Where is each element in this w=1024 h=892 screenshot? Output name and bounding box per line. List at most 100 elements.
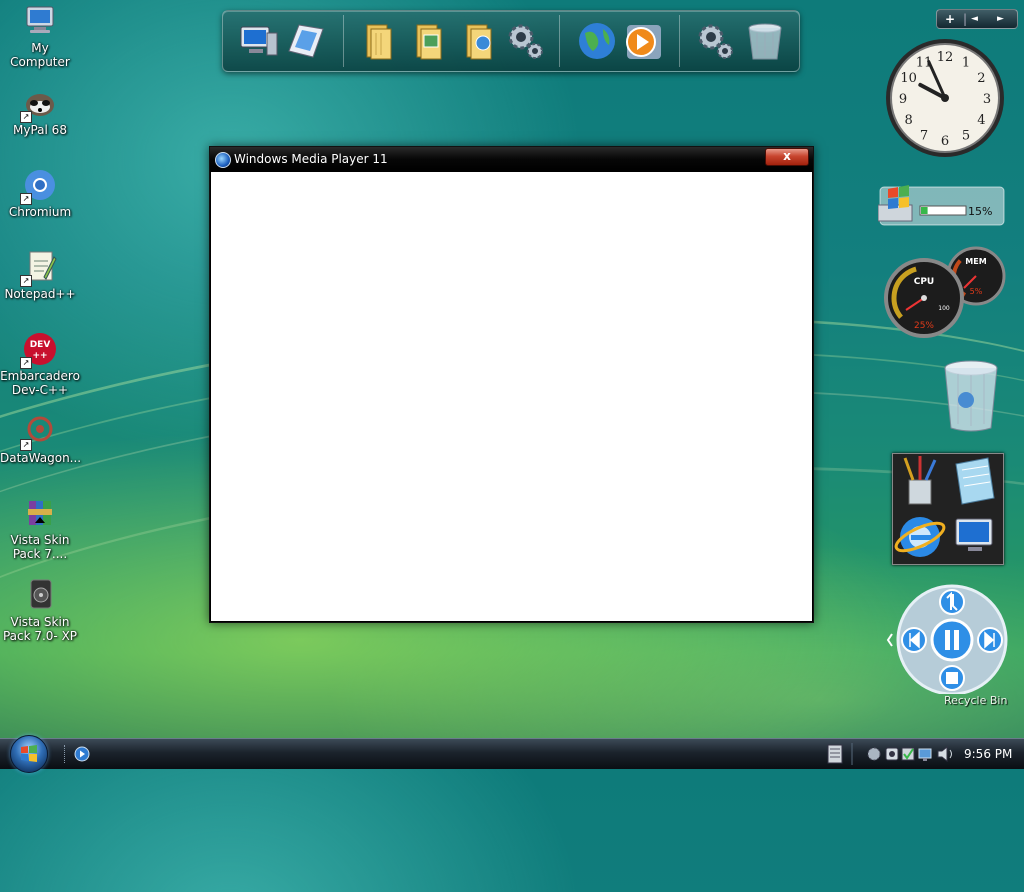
cpu-meter-gadget[interactable]: 15% <box>877 185 1006 227</box>
volume-icon[interactable] <box>937 745 952 763</box>
cpu-usage-fill <box>921 207 928 214</box>
close-button[interactable]: x <box>765 148 809 166</box>
desktop-icon-vista-skin-pack[interactable]: Vista Skin Pack 7.0- XP <box>0 577 80 643</box>
dock-separator <box>679 15 680 67</box>
next-gadget-button[interactable]: ► <box>997 11 1004 27</box>
clock-numeral: 5 <box>962 128 970 143</box>
chromium-icon: ↗ <box>20 167 58 205</box>
desktop-icon-label: MyPal 68 <box>13 123 67 137</box>
clock-numeral: 7 <box>920 128 928 143</box>
quick-launch-media-player[interactable] <box>74 746 90 762</box>
desktop-icon-datawagon[interactable]: ↗ DataWagon... <box>0 413 82 465</box>
quick-launch-divider <box>64 745 67 763</box>
recycle-symbol-icon <box>958 392 974 408</box>
media-player-window[interactable]: Windows Media Player 11 x <box>209 146 814 623</box>
windows-logo-icon <box>21 745 37 762</box>
desktop-icon-notepad-plus-plus[interactable]: ↗ Notepad++ <box>0 249 80 301</box>
media-player-icon <box>626 25 661 59</box>
dock-separator <box>559 15 560 67</box>
desktop-icon-label: Chromium <box>8 205 72 219</box>
skin-pack-icon <box>22 577 58 613</box>
mem-label: MEM <box>965 257 986 266</box>
system-gears-icon <box>698 24 733 59</box>
system-tray: 9:56 PM <box>826 739 1024 769</box>
settings-icon[interactable] <box>867 747 881 761</box>
keyboard-icon[interactable] <box>827 744 843 764</box>
cpu-max-label: 100 <box>938 305 950 312</box>
launcher-notes[interactable] <box>948 454 1002 508</box>
clock-numeral: 4 <box>977 113 985 128</box>
dock-settings[interactable] <box>503 19 547 63</box>
network-icon[interactable] <box>918 748 932 761</box>
launcher-my-computer[interactable] <box>948 509 1002 563</box>
dock-pictures[interactable] <box>407 19 451 63</box>
winrar-archive-icon <box>22 495 58 531</box>
window-content[interactable] <box>211 172 812 621</box>
recycle-bin-gadget[interactable] <box>940 358 1002 434</box>
launcher-paint[interactable] <box>893 454 947 508</box>
dock-bar <box>222 10 800 72</box>
settings-gears-icon <box>508 24 543 59</box>
add-gadget-button[interactable]: + <box>945 11 955 27</box>
media-control-gadget: Recycle Bin <box>884 582 1010 707</box>
dev-cpp-icon: DEV ++ ↗ <box>20 331 58 369</box>
dock-internet[interactable] <box>575 19 619 63</box>
dock-control-panel[interactable] <box>283 19 327 63</box>
clock-numeral: 8 <box>904 113 912 128</box>
cpu-value: 25% <box>914 321 934 331</box>
shortcut-arrow-icon: ↗ <box>20 275 32 287</box>
desktop-icon-label: Vista Skin Pack 7.0- XP <box>2 615 78 643</box>
notepad-plus-plus-icon: ↗ <box>20 249 58 287</box>
clock-numeral: 9 <box>899 92 907 107</box>
notepad-icon <box>955 457 995 505</box>
collapse-arrow-icon <box>886 633 893 647</box>
desktop-icon-my-computer[interactable]: My Computer <box>0 3 80 69</box>
raccoon-browser-icon: ↗ <box>20 85 58 123</box>
pause-button[interactable] <box>930 618 974 662</box>
sidebar-controls: + | ◄ ► <box>936 9 1018 29</box>
internet-explorer-icon <box>894 517 946 557</box>
desktop-icon-vista-skin-pack-archive[interactable]: Vista Skin Pack 7.... <box>0 495 80 561</box>
dock-media-player[interactable] <box>621 19 665 63</box>
taskbar: 9:56 PM <box>0 735 1024 773</box>
window-titlebar[interactable]: Windows Media Player 11 x <box>210 147 813 171</box>
dock-music[interactable] <box>457 19 501 63</box>
shortcut-arrow-icon: ↗ <box>20 111 32 123</box>
desktop-icon-label: DataWagon... <box>0 451 82 465</box>
clock-numeral: 2 <box>977 71 985 86</box>
my-computer-icon <box>240 26 278 56</box>
taskbar-clock[interactable]: 9:56 PM <box>964 747 1012 761</box>
desktop-icon-label: Embarcadero Dev-C++ <box>0 369 80 397</box>
desktop-icon-dev-cpp[interactable]: DEV ++ ↗ Embarcadero Dev-C++ <box>0 331 80 397</box>
cpu-percent-label: 15% <box>968 205 992 218</box>
dock-documents[interactable] <box>357 19 401 63</box>
desktop-icon-label: My Computer <box>10 41 70 69</box>
security-check-icon[interactable] <box>901 747 915 761</box>
clock-numeral: 10 <box>900 71 917 86</box>
desktop-icon-chromium[interactable]: ↗ Chromium <box>0 167 80 219</box>
media-control-label: Recycle Bin <box>944 694 1008 707</box>
clock-gadget[interactable]: 12 1234567891011 <box>884 37 1006 159</box>
desktop-icon-mypal[interactable]: ↗ MyPal 68 <box>0 85 80 137</box>
dock-recycle-bin[interactable] <box>743 19 787 63</box>
clock-numeral: 6 <box>941 134 949 149</box>
shortcut-arrow-icon: ↗ <box>20 439 32 451</box>
clock-numeral: 3 <box>983 92 991 107</box>
clock-numeral: 12 <box>937 50 954 65</box>
datawagon-icon: ↗ <box>20 413 58 451</box>
computer-icon <box>22 3 58 39</box>
paint-brushes-icon <box>903 456 937 505</box>
start-button[interactable] <box>10 735 48 773</box>
previous-gadget-button[interactable]: ◄ <box>971 11 978 27</box>
shortcut-arrow-icon: ↗ <box>20 193 32 205</box>
launcher-internet-explorer[interactable] <box>893 509 947 563</box>
desktop-icon-label: Notepad++ <box>4 287 76 301</box>
dock-system[interactable] <box>693 19 737 63</box>
divider: | <box>963 12 968 26</box>
cpu-mem-gauge-gadget[interactable]: MEM 5% CPU 100 25% <box>884 246 1008 340</box>
dock-separator <box>343 15 344 67</box>
control-panel-icon <box>288 24 324 58</box>
camera-icon[interactable] <box>885 747 899 761</box>
dock-my-computer[interactable] <box>237 19 281 63</box>
svg-text:++: ++ <box>32 351 47 361</box>
